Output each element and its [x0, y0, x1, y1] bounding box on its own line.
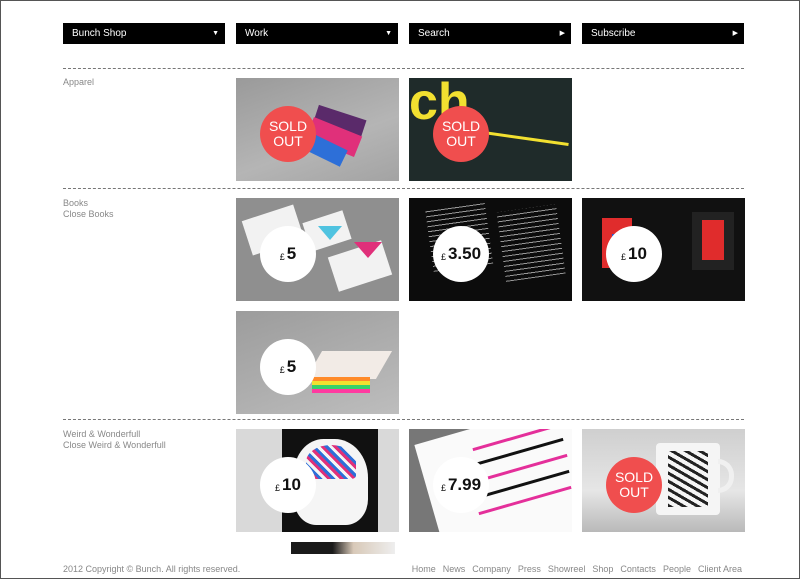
close-section-link[interactable]: Close Books [63, 209, 114, 220]
section-label-apparel: Apparel [63, 77, 94, 88]
section-title[interactable]: Apparel [63, 77, 94, 88]
footer-nav: Home News Company Press Showreel Shop Co… [412, 564, 742, 574]
currency-symbol: £ [440, 483, 446, 493]
section-title[interactable]: Weird & Wonderfull [63, 429, 166, 440]
price-value: 5 [286, 357, 297, 376]
price-value: 5 [286, 244, 297, 263]
price-badge: £ 10 [260, 457, 316, 513]
price-badge: £ 5 [260, 226, 316, 282]
price-value: 10 [282, 475, 301, 494]
nav-dropdown-bunch-shop[interactable]: Bunch Shop ▼ [63, 23, 225, 44]
chevron-down-icon: ▼ [212, 30, 219, 37]
price-badge: £ 5 [260, 339, 316, 395]
product-tile[interactable]: £ 3.50 [409, 198, 572, 301]
section-label-weird-wonderfull: Weird & Wonderfull Close Weird & Wonderf… [63, 429, 166, 451]
footer-link-news[interactable]: News [443, 564, 466, 574]
nav-label: Search [418, 28, 450, 39]
product-tile[interactable]: ch SOLD OUT [409, 78, 572, 181]
nav-label: Work [245, 28, 269, 39]
chevron-right-icon: ▶ [559, 30, 565, 37]
chevron-down-icon: ▼ [385, 30, 392, 37]
price-value: 7.99 [447, 475, 482, 494]
section-divider [63, 68, 744, 69]
product-tile[interactable]: £ 5 [236, 198, 399, 301]
nav-dropdown-work[interactable]: Work ▼ [236, 23, 398, 44]
price-badge: £ 7.99 [433, 457, 489, 513]
currency-symbol: £ [275, 483, 281, 493]
sold-out-badge: SOLD OUT [606, 457, 662, 513]
copyright: 2012 Copyright © Bunch. All rights reser… [63, 564, 241, 574]
footer-link-people[interactable]: People [663, 564, 691, 574]
price-badge: £ 10 [606, 226, 662, 282]
product-tile[interactable]: SOLD OUT [582, 429, 745, 532]
price-value: 3.50 [447, 244, 482, 263]
footer-link-press[interactable]: Press [518, 564, 541, 574]
section-title[interactable]: Books [63, 198, 114, 209]
currency-symbol: £ [279, 365, 285, 375]
nav-label: Subscribe [591, 28, 636, 39]
footer-link-home[interactable]: Home [412, 564, 436, 574]
footer-link-showreel[interactable]: Showreel [548, 564, 586, 574]
product-tile[interactable]: £ 5 [236, 311, 399, 414]
sold-out-badge: SOLD OUT [260, 106, 316, 162]
product-tile[interactable]: £ 7.99 [409, 429, 572, 532]
nav-search[interactable]: Search ▶ [409, 23, 571, 44]
sold-out-badge: SOLD OUT [433, 106, 489, 162]
section-label-books: Books Close Books [63, 198, 114, 220]
nav-subscribe[interactable]: Subscribe ▶ [582, 23, 744, 44]
section-divider [63, 419, 744, 420]
currency-symbol: £ [279, 252, 285, 262]
footer-link-shop[interactable]: Shop [592, 564, 613, 574]
section-divider [63, 188, 744, 189]
product-image-partial [291, 542, 395, 554]
product-tile[interactable]: £ 10 [582, 198, 745, 301]
close-section-link[interactable]: Close Weird & Wonderfull [63, 440, 166, 451]
footer-link-contacts[interactable]: Contacts [620, 564, 656, 574]
currency-symbol: £ [621, 252, 627, 262]
nav-label: Bunch Shop [72, 28, 127, 39]
footer-link-company[interactable]: Company [472, 564, 511, 574]
footer-link-client-area[interactable]: Client Area [698, 564, 742, 574]
price-badge: £ 3.50 [433, 226, 489, 282]
product-tile[interactable]: £ 10 [236, 429, 399, 532]
currency-symbol: £ [440, 252, 446, 262]
chevron-right-icon: ▶ [732, 30, 738, 37]
price-value: 10 [628, 244, 647, 263]
product-tile[interactable]: SOLD OUT [236, 78, 399, 181]
